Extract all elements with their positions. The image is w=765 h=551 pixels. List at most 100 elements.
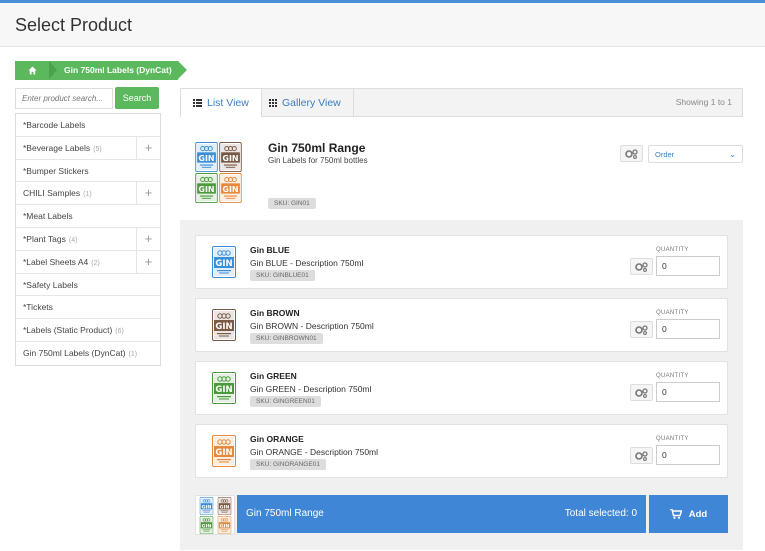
variant-card: GIN Gin GREEN Gin GREEN - Description 750m…: [195, 361, 728, 415]
breadcrumb-separator: [49, 61, 57, 79]
product-options-button[interactable]: [620, 145, 643, 162]
sidebar-item-count: (5): [93, 145, 102, 153]
gin-label-icon: GIN: [212, 435, 236, 467]
svg-text:GIN: GIN: [222, 185, 238, 194]
variant-sku-badge: SKU: GINBLUE01: [250, 270, 315, 281]
expand-plus-icon[interactable]: +: [136, 227, 160, 250]
quantity-label: QUANTITY: [656, 247, 689, 253]
svg-text:GIN: GIN: [215, 322, 232, 332]
quantity-label: QUANTITY: [656, 436, 689, 442]
variant-name: Gin GREEN: [250, 371, 297, 381]
add-button-label: Add: [688, 508, 708, 520]
sidebar-item-count: (4): [68, 236, 78, 244]
gin-label-icon: GIN: [212, 309, 236, 341]
breadcrumb: Gin 750ml Labels (DynCat): [15, 61, 187, 80]
sidebar-item[interactable]: *Meat Labels: [16, 205, 160, 228]
variant-image[interactable]: GIN: [212, 246, 236, 278]
sidebar-item[interactable]: *Labels (Static Product) (6): [16, 319, 160, 342]
expand-plus-icon[interactable]: +: [136, 250, 160, 273]
variant-options-button[interactable]: [630, 321, 653, 338]
quantity-input[interactable]: [656, 445, 720, 465]
sidebar-item-label: *Safety Labels: [23, 279, 78, 290]
variant-name: Gin ORANGE: [250, 434, 304, 444]
variant-list: GIN Gin BLUE Gin BLUE - Description 750ml S…: [180, 220, 743, 550]
sidebar-item[interactable]: *Tickets: [16, 296, 160, 320]
svg-text:GIN: GIN: [198, 185, 214, 194]
breadcrumb-current[interactable]: Gin 750ml Labels (DynCat): [49, 61, 187, 80]
svg-text:GIN: GIN: [198, 154, 214, 163]
sidebar-item-label: *Barcode Labels: [23, 120, 86, 130]
sidebar-item[interactable]: *Label Sheets A4 (2) +: [16, 250, 160, 274]
variant-image[interactable]: GIN: [212, 435, 236, 467]
sidebar-item[interactable]: *Safety Labels: [16, 274, 160, 297]
svg-text:GIN: GIN: [215, 259, 232, 269]
gears-icon: [635, 450, 648, 461]
search-button[interactable]: Search: [115, 87, 159, 109]
sidebar-item[interactable]: CHILI Samples (1) +: [16, 182, 160, 206]
showing-count: Showing 1 to 1: [675, 97, 732, 107]
order-select[interactable]: Order ⌄: [648, 145, 743, 163]
search-input[interactable]: [15, 88, 113, 109]
sidebar-item[interactable]: Gin 750ml Labels (DynCat) (1): [16, 342, 160, 365]
tab-gallery-view[interactable]: Gallery View: [257, 88, 354, 117]
variant-description: Gin BROWN - Description 750ml: [250, 321, 374, 331]
quantity-input[interactable]: [656, 256, 720, 276]
sidebar-item[interactable]: *Bumper Stickers: [16, 160, 160, 183]
variant-sku-badge: SKU: GINGREEN01: [250, 396, 321, 407]
variant-image[interactable]: GIN: [212, 309, 236, 341]
sidebar-item-label: *Bumper Stickers: [23, 165, 89, 176]
home-icon: [27, 66, 37, 75]
variant-options-button[interactable]: [630, 384, 653, 401]
quantity-input[interactable]: [656, 319, 720, 339]
variant-name: Gin BROWN: [250, 308, 300, 318]
sidebar-item-label: *Beverage Labels: [23, 142, 91, 153]
variant-image[interactable]: GIN: [212, 372, 236, 404]
variant-options-button[interactable]: [630, 258, 653, 275]
variant-sku-badge: SKU: GINORANGE01: [250, 459, 326, 470]
svg-text:GIN: GIN: [215, 448, 232, 458]
quantity-label: QUANTITY: [656, 373, 689, 379]
category-sidebar: *Barcode Labels *Beverage Labels (5) + *Bump…: [15, 113, 161, 366]
breadcrumb-home[interactable]: [15, 61, 49, 80]
list-icon: [193, 99, 202, 107]
gin-label-thumb: GIN: [199, 497, 214, 515]
selection-title: Gin 750ml Range: [246, 508, 324, 519]
sidebar-item-count: (1): [128, 350, 138, 358]
svg-text:GIN: GIN: [202, 504, 212, 510]
sidebar-item-count: (1): [83, 191, 92, 199]
grid-icon: [269, 98, 277, 107]
variant-sku-badge: SKU: GINBROWN01: [250, 333, 323, 344]
gin-label-thumb: GIN: [217, 497, 232, 515]
page-header: Select Product: [0, 3, 765, 47]
tab-gallery-view-label: Gallery View: [282, 96, 341, 109]
gin-label-thumb: GIN: [195, 173, 218, 203]
page-title: Select Product: [15, 15, 133, 35]
expand-plus-icon[interactable]: +: [136, 182, 160, 205]
tab-list-view[interactable]: List View: [180, 88, 262, 117]
product-sku-badge: SKU: GIN01: [268, 198, 316, 209]
gin-label-thumb: GIN: [217, 516, 232, 534]
svg-text:GIN: GIN: [222, 154, 238, 163]
product-title: Gin 750ml Range: [268, 141, 366, 155]
variant-name: Gin BLUE: [250, 245, 290, 255]
variant-description: Gin GREEN - Description 750ml: [250, 384, 372, 394]
quantity-input[interactable]: [656, 382, 720, 402]
sidebar-item[interactable]: *Plant Tags (4) +: [16, 227, 160, 251]
cart-icon: [669, 509, 682, 519]
product-thumbnail[interactable]: GIN GIN GIN GIN: [195, 142, 243, 204]
total-selected: Total selected: 0: [564, 508, 637, 519]
add-button[interactable]: Add: [649, 495, 728, 533]
order-select-value: Order: [655, 150, 675, 159]
product-subtitle: Gin Labels for 750ml bottles: [268, 156, 368, 165]
variant-options-button[interactable]: [630, 447, 653, 464]
sidebar-item[interactable]: *Barcode Labels: [16, 114, 160, 137]
sidebar-item[interactable]: *Beverage Labels (5) +: [16, 136, 160, 160]
product-header: GIN GIN GIN GIN Gin 750ml Range Gin Labels …: [180, 132, 743, 217]
gears-icon: [635, 324, 648, 335]
variant-card: GIN Gin ORANGE Gin ORANGE - Description 75…: [195, 424, 728, 478]
svg-text:GIN: GIN: [215, 385, 232, 395]
expand-plus-icon[interactable]: +: [136, 136, 160, 159]
sidebar-item-label: *Label Sheets A4: [23, 256, 89, 267]
gin-label-thumb: GIN: [219, 173, 242, 203]
variant-description: Gin BLUE - Description 750ml: [250, 258, 364, 268]
